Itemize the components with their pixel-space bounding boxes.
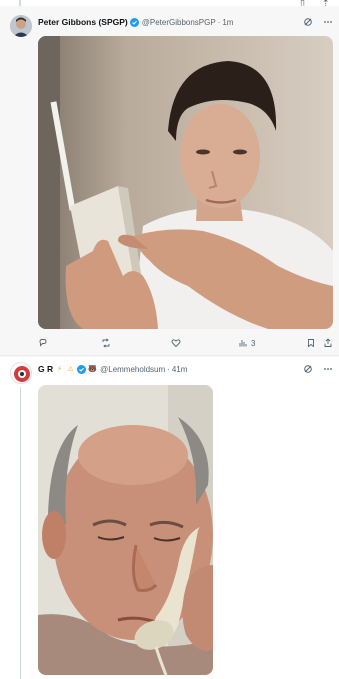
warning-emoji-icon: ⚠ [67,365,74,373]
views-button[interactable]: 3 [238,338,255,348]
user-handle[interactable]: @Lemmeholdsum [100,365,165,374]
bookmark-icon [308,339,314,348]
avatar[interactable] [10,15,32,37]
tweet-image-man-with-cordless-phone[interactable] [38,36,333,329]
tweet-image-man-on-telephone[interactable] [38,385,213,675]
retweet-button[interactable] [101,338,114,348]
separator-dot: · [167,364,170,374]
grok-icon[interactable] [303,17,313,27]
share-button[interactable] [323,338,333,348]
more-icon[interactable] [323,17,333,27]
retweet-icon [102,338,110,348]
tweet-header: G R ⚡ ⚠ 🐻 @Lemmeholdsum · 41m [38,362,187,376]
tweet-peter-gibbons[interactable]: Peter Gibbons (SPGP) @PeterGibbonsPGP · … [0,6,339,357]
views-count: 3 [251,338,256,348]
heart-icon [171,339,181,348]
tweet-header: Peter Gibbons (SPGP) @PeterGibbonsPGP · … [38,15,233,29]
reply-button[interactable] [38,338,51,348]
avatar[interactable] [10,362,32,384]
reply-icon [39,339,47,347]
display-name[interactable]: Peter Gibbons (SPGP) [38,17,128,27]
thread-connector-line [20,387,21,679]
user-handle[interactable]: @PeterGibbonsPGP [142,18,216,27]
tweet-g-r[interactable]: G R ⚡ ⚠ 🐻 @Lemmeholdsum · 41m [0,357,339,679]
tweet-divider [0,355,339,356]
verified-badge-icon [129,17,139,27]
grok-icon[interactable] [303,364,313,374]
verified-badge-icon [77,364,87,374]
lightning-emoji-icon: ⚡ [57,365,63,373]
like-button[interactable] [171,338,184,348]
bookmark-button[interactable] [306,338,316,348]
timestamp[interactable]: 1m [222,18,233,27]
tweet-actions: 3 [38,337,333,349]
timestamp[interactable]: 41m [172,365,188,374]
bear-emoji-icon: 🐻 [88,365,97,373]
views-icon [239,340,247,347]
display-name[interactable]: G R [38,364,53,374]
tweet-header-actions [303,15,333,29]
tweet-header-actions [303,362,333,376]
separator-dot: · [217,17,221,27]
share-icon [324,338,332,347]
more-icon[interactable] [323,364,333,374]
